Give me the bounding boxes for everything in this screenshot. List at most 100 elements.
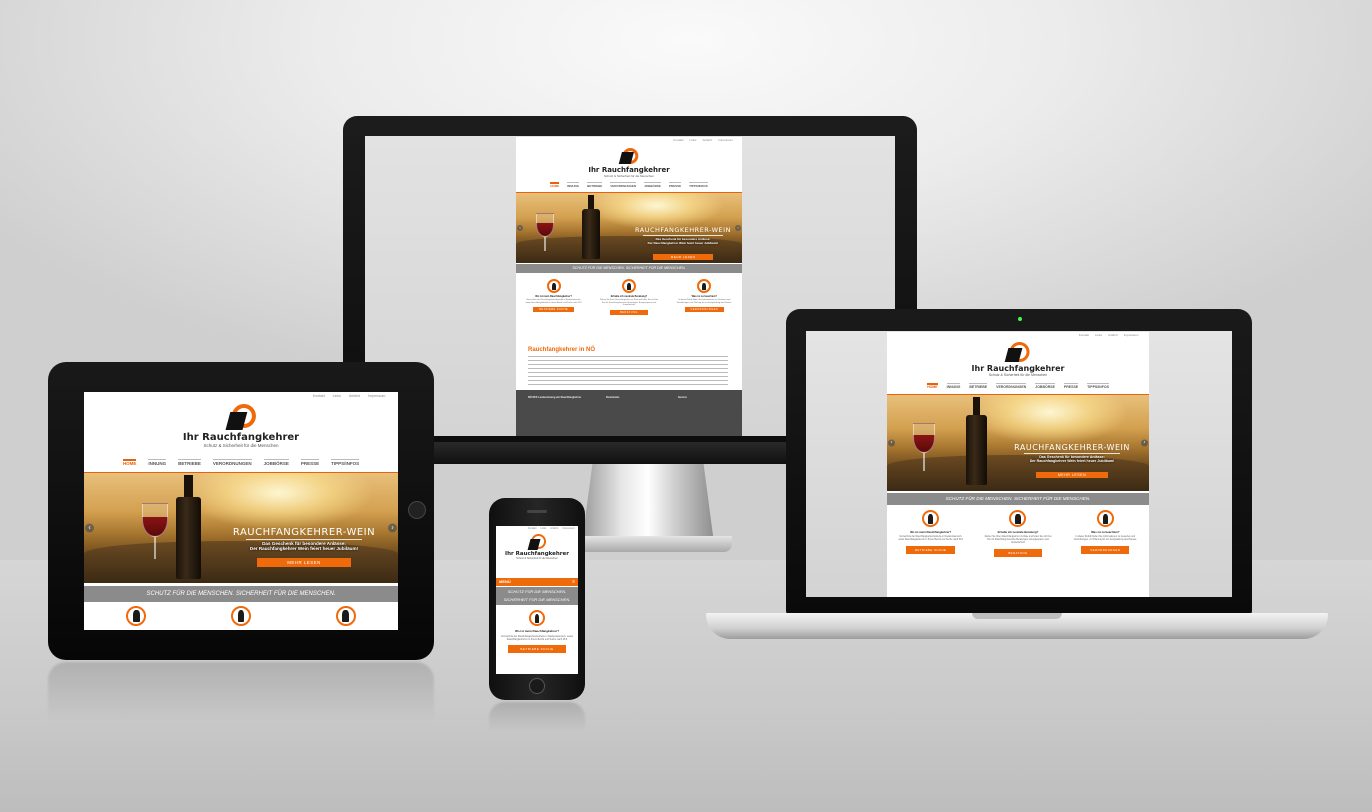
column-title: Was ist zu beachten?	[1091, 530, 1120, 534]
column-title: Wo ist mein Rauchfangkehrer?	[535, 295, 573, 298]
verordnungen-button[interactable]: VERORDNUNGEN	[684, 307, 725, 313]
laptop-website: Kontakt Links Anfahrt Impressum Ihr Rauc…	[887, 332, 1149, 597]
chimney-sweep-logo-icon	[616, 146, 642, 166]
nav-jobboerse[interactable]: JOBBÖRSE	[263, 459, 290, 466]
hero-more-button[interactable]: MEHR LESEN	[257, 558, 351, 567]
util-link[interactable]: Impressum	[718, 138, 733, 142]
beratung-button[interactable]: BERATUNG	[994, 548, 1042, 557]
nav-home[interactable]: HOME	[550, 182, 560, 188]
phone-website: Kontakt Links Anfahrt Impressum Ihr Rauc…	[496, 526, 578, 674]
mobile-menu-bar[interactable]: MENÜ ≡	[496, 578, 578, 586]
util-link[interactable]: Anfahrt	[349, 394, 360, 398]
column-text: In dieser Rubrik finden Sie Informatione…	[1073, 536, 1137, 541]
hero-line-2: Der Rauchfangkehrer Wein feiert heuer Ju…	[647, 241, 719, 245]
util-link[interactable]: Anfahrt	[550, 527, 558, 530]
nav-betriebe[interactable]: BETRIEBE	[969, 383, 987, 389]
phone-home-button-icon[interactable]	[529, 678, 545, 694]
slider-next-icon[interactable]: ›	[1141, 439, 1148, 447]
tablet-home-button-icon[interactable]	[408, 501, 426, 519]
slogan-line-1: SCHUTZ FÜR DIE MENSCHEN.	[507, 589, 567, 594]
util-link[interactable]: Kontakt	[528, 527, 536, 530]
verordnungen-button[interactable]: VERORDNUNGEN	[1081, 545, 1130, 554]
util-link[interactable]: Impressum	[368, 394, 385, 398]
util-link[interactable]: Links	[540, 527, 546, 530]
betriebe-suche-button[interactable]: BETRIEBE SUCHE	[533, 307, 575, 313]
nav-home[interactable]: HOME	[122, 459, 136, 466]
beratung-button[interactable]: BERATUNG	[610, 309, 648, 315]
chimney-sweep-icon	[335, 606, 356, 626]
chimney-sweep-icon	[621, 279, 636, 293]
slider-prev-icon[interactable]: ‹	[517, 225, 523, 231]
hero-line-2: Der Rauchfangkehrer Wein feiert heuer Ju…	[249, 546, 359, 551]
util-link[interactable]: Anfahrt	[702, 138, 712, 142]
hero-slider[interactable]: ‹ › RAUCHFANGKEHRER-WEIN Das Geschenk fü…	[887, 395, 1149, 491]
slider-prev-icon[interactable]: ‹	[888, 439, 895, 447]
util-link[interactable]: Impressum	[1124, 333, 1139, 337]
nav-betriebe[interactable]: BETRIEBE	[587, 182, 603, 188]
slider-next-icon[interactable]: ›	[388, 523, 397, 533]
imac-website: Kontakt Links Anfahrt Impressum Ihr Rauc…	[516, 137, 742, 436]
nav-home[interactable]: HOME	[927, 383, 938, 389]
util-link[interactable]: Links	[1095, 333, 1102, 337]
column-verordnungen	[316, 606, 376, 626]
column-text: Ziehen Sie Ihren Rauchfangkehrer zu Rate…	[984, 536, 1052, 544]
tablet-device: Kontakt Links Anfahrt Impressum Ihr Rauc…	[48, 362, 434, 660]
phone-reflection	[489, 702, 585, 732]
betriebe-suche-button[interactable]: BETRIEBE SUCHE	[508, 645, 566, 654]
column-text: Verzeichnis der Rauchfangkehrerbetriebe …	[525, 299, 582, 304]
laptop-lid: Kontakt Links Anfahrt Impressum Ihr Rauc…	[786, 309, 1252, 615]
nav-verordnungen[interactable]: VERORDNUNGEN	[610, 182, 636, 188]
nav-verordnungen[interactable]: VERORDNUNGEN	[212, 459, 252, 466]
chimney-sweep-logo-icon	[1003, 340, 1033, 364]
brand-tagline: Schutz & Sicherheit für die Menschen	[516, 557, 558, 560]
util-link[interactable]: Links	[333, 394, 341, 398]
nav-presse[interactable]: PRESSE	[300, 459, 320, 466]
nav-presse[interactable]: PRESSE	[1063, 383, 1079, 389]
nav-innung[interactable]: INNUNG	[148, 459, 166, 466]
site-logo[interactable]: Ihr Rauchfangkehrer Schutz & Sicherheit …	[588, 146, 670, 178]
product-mockup-scene: Kontakt Links Anfahrt Impressum Ihr Rauc…	[0, 0, 1372, 812]
site-logo[interactable]: Ihr Rauchfangkehrer Schutz & Sicherheit …	[505, 533, 569, 560]
util-link[interactable]: Impressum	[562, 527, 574, 530]
brand-tagline: Schutz & Sicherheit für die Menschen	[603, 174, 655, 178]
hero-slider[interactable]: ‹ › RAUCHFANGKEHRER-WEIN Das Geschenk fü…	[84, 473, 398, 583]
column-text: Verzeichnis der Rauchfangkehrerbetriebe …	[500, 635, 574, 642]
column-title: Erhalte ich neutrale Beratung?	[997, 530, 1039, 534]
column-text: Ziehen Sie Ihren Rauchfangkehrer zu Rate…	[599, 299, 659, 307]
brand-title: Ihr Rauchfangkehrer	[588, 166, 670, 174]
nav-innung[interactable]: INNUNG	[946, 383, 960, 389]
slogan-band: SCHUTZ FÜR DIE MENSCHEN. SICHERHEIT FÜR …	[887, 493, 1149, 505]
nav-tipps[interactable]: TIPPS/INFOS	[689, 182, 708, 188]
nav-innung[interactable]: INNUNG	[567, 182, 579, 188]
column-betriebe	[106, 606, 166, 626]
footer-col-title: NÖ RFK Landesinnung der Rauchfangkehrer	[528, 396, 582, 399]
slider-prev-icon[interactable]: ‹	[85, 523, 94, 533]
intro-text-lines	[528, 356, 728, 386]
nav-jobboerse[interactable]: JOBBÖRSE	[644, 182, 661, 188]
util-link[interactable]: Kontakt	[673, 138, 683, 142]
nav-presse[interactable]: PRESSE	[668, 182, 682, 188]
site-logo[interactable]: Ihr Rauchfangkehrer Schutz & Sicherheit …	[183, 402, 299, 448]
util-link[interactable]: Kontakt	[1079, 333, 1089, 337]
nav-tipps[interactable]: TIPPS/INFOS	[331, 459, 360, 466]
betriebe-suche-button[interactable]: BETRIEBE SUCHE	[905, 545, 956, 554]
hero-more-button[interactable]: MEHR LESEN	[1035, 472, 1109, 478]
nav-betriebe[interactable]: BETRIEBE	[178, 459, 201, 466]
column-beratung: Erhalte ich neutrale Beratung? Ziehen Si…	[984, 510, 1052, 557]
slogan-band: SCHUTZ FÜR DIE MENSCHEN. SICHERHEIT FÜR …	[84, 586, 398, 602]
hero-slider[interactable]: ‹ › RAUCHFANGKEHRER-WEIN Das Geschenk fü…	[516, 193, 742, 263]
nav-tipps[interactable]: TIPPS/INFOS	[1087, 383, 1109, 389]
chimney-sweep-icon	[126, 606, 147, 626]
util-link[interactable]: Kontakt	[313, 394, 325, 398]
column-verordnungen: Was ist zu beachten? In dieser Rubrik fi…	[1071, 510, 1139, 557]
column-title: Was ist zu beachten?	[691, 295, 717, 298]
nav-jobboerse[interactable]: JOBBÖRSE	[1035, 383, 1055, 389]
slogan-line-2: SICHERHEIT FÜR DIE MENSCHEN.	[503, 597, 571, 602]
site-logo[interactable]: Ihr Rauchfangkehrer Schutz & Sicherheit …	[972, 340, 1064, 377]
util-link[interactable]: Links	[689, 138, 696, 142]
hero-more-button[interactable]: MEHR LESEN	[652, 254, 714, 260]
hamburger-icon[interactable]: ≡	[572, 579, 575, 585]
chimney-sweep-icon	[230, 606, 251, 626]
nav-verordnungen[interactable]: VERORDNUNGEN	[996, 383, 1027, 389]
util-link[interactable]: Anfahrt	[1108, 333, 1118, 337]
